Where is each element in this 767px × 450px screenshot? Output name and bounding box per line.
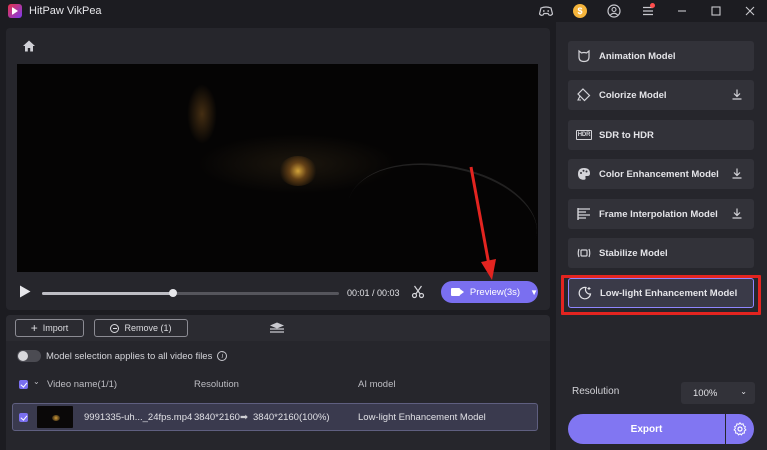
discord-button[interactable]: [529, 0, 563, 22]
close-icon: [745, 6, 755, 16]
paint-bucket-icon: [577, 88, 591, 102]
model-label: Color Enhancement Model: [599, 168, 719, 180]
play-icon: [20, 285, 31, 298]
chevron-down-icon[interactable]: ⌄: [33, 377, 40, 386]
remove-button[interactable]: Remove (1): [94, 319, 188, 337]
model-frame-interpolation[interactable]: Frame Interpolation Model: [568, 199, 754, 229]
preview-button-label: Preview(3s): [469, 286, 521, 298]
download-icon[interactable]: [732, 89, 742, 100]
model-sdr-to-hdr[interactable]: HDR SDR to HDR: [568, 120, 754, 150]
minus-circle-icon: [110, 323, 120, 333]
chevron-down-icon: ⌄: [740, 387, 747, 396]
app-logo-icon: [8, 4, 22, 18]
close-button[interactable]: [733, 0, 767, 22]
hdr-icon: HDR: [575, 128, 593, 142]
title-bar-actions: $: [529, 0, 767, 22]
resolution-select[interactable]: 100% ⌄: [681, 382, 755, 404]
row-checkbox[interactable]: [19, 413, 28, 422]
coin-button[interactable]: $: [563, 0, 597, 22]
menu-button[interactable]: [631, 0, 665, 22]
row-source-resolution: 3840*2160: [194, 412, 240, 423]
title-bar: HitPaw VikPea $: [0, 0, 767, 22]
model-label: Colorize Model: [599, 89, 667, 101]
row-target-resolution: 3840*2160(100%): [253, 412, 330, 423]
import-button-label: Import: [42, 323, 69, 333]
remove-button-label: Remove (1): [124, 323, 172, 333]
preview-pane: 00:01 / 00:03 Preview(3s) ▼: [6, 28, 550, 310]
row-ai-model: Low-light Enhancement Model: [358, 412, 486, 423]
plus-icon: +: [30, 321, 38, 335]
palette-icon: [577, 167, 591, 181]
user-icon: [607, 4, 621, 18]
gear-icon: [733, 422, 747, 436]
seek-bar-fill: [42, 292, 173, 295]
preview-button[interactable]: Preview(3s) ▼: [441, 281, 538, 303]
minimize-icon: [678, 10, 686, 12]
stabilize-icon: [577, 246, 591, 260]
app-title: HitPaw VikPea: [29, 5, 102, 17]
model-label: Frame Interpolation Model: [599, 208, 718, 220]
download-icon[interactable]: [732, 208, 742, 219]
play-button[interactable]: [19, 285, 31, 298]
chevron-down-icon[interactable]: ▼: [530, 288, 538, 297]
coin-icon: $: [573, 4, 587, 18]
model-animation[interactable]: Animation Model: [568, 41, 754, 71]
file-list-toolbar: + Import Remove (1): [6, 315, 550, 341]
trim-button[interactable]: [411, 285, 425, 299]
maximize-icon: [711, 6, 721, 16]
video-light-spot: [187, 84, 217, 144]
column-header-name: Video name(1/1): [47, 379, 118, 390]
apply-all-label: Model selection applies to all video fil…: [46, 350, 213, 362]
column-header-resolution: Resolution: [194, 379, 239, 390]
collapse-list-button[interactable]: [269, 322, 285, 334]
arrow-right-icon: ➡: [240, 412, 248, 423]
model-panel: Animation Model Colorize Model HDR SDR t…: [556, 22, 767, 450]
model-label: Animation Model: [599, 50, 676, 62]
apply-all-toggle[interactable]: [17, 350, 41, 362]
annotation-highlight-box: [561, 275, 761, 315]
notification-dot-icon: [650, 3, 655, 8]
model-colorize[interactable]: Colorize Model: [568, 80, 754, 110]
video-camera-icon: [451, 288, 464, 296]
app-window: HitPaw VikPea $ 00:01 / 00:03 Preview(3s…: [0, 0, 767, 450]
maximize-button[interactable]: [699, 0, 733, 22]
cat-face-icon: [577, 49, 591, 63]
column-header-model: AI model: [358, 379, 396, 390]
model-stabilize[interactable]: Stabilize Model: [568, 238, 754, 268]
seek-handle[interactable]: [168, 289, 177, 297]
scissors-icon: [411, 285, 425, 299]
resolution-value: 100%: [693, 387, 718, 399]
info-icon[interactable]: i: [217, 351, 228, 361]
export-settings-button[interactable]: [726, 414, 754, 444]
video-headlight: [279, 156, 317, 186]
gamepad-icon: [539, 5, 553, 16]
import-button[interactable]: + Import: [15, 319, 84, 337]
export-button[interactable]: Export: [568, 414, 725, 444]
video-thumbnail: [37, 406, 73, 428]
seek-bar[interactable]: [42, 289, 339, 297]
hdr-icon-text: HDR: [575, 130, 593, 140]
playback-controls: 00:01 / 00:03 Preview(3s) ▼: [6, 280, 550, 304]
resolution-label: Resolution: [572, 386, 620, 397]
time-readout: 00:01 / 00:03: [347, 288, 400, 298]
layers-icon: [270, 322, 284, 333]
model-label: SDR to HDR: [599, 129, 654, 141]
video-preview[interactable]: [17, 64, 538, 272]
model-color-enhancement[interactable]: Color Enhancement Model: [568, 159, 754, 189]
home-icon: [23, 40, 35, 52]
minimize-button[interactable]: [665, 0, 699, 22]
account-button[interactable]: [597, 0, 631, 22]
file-list-pane: + Import Remove (1) Model selection appl…: [6, 315, 550, 450]
apply-all-row: Model selection applies to all video fil…: [17, 349, 228, 363]
table-row[interactable]: 9991335-uh..._24fps.mp4 3840*2160 ➡ 3840…: [12, 403, 538, 431]
home-button[interactable]: [22, 39, 36, 53]
select-all-checkbox[interactable]: [19, 380, 28, 389]
row-file-name: 9991335-uh..._24fps.mp4: [84, 412, 193, 423]
model-label: Stabilize Model: [599, 247, 668, 259]
download-icon[interactable]: [732, 168, 742, 179]
table-header: ⌄ Video name(1/1) Resolution AI model: [6, 375, 550, 393]
frame-lines-icon: [577, 207, 591, 221]
